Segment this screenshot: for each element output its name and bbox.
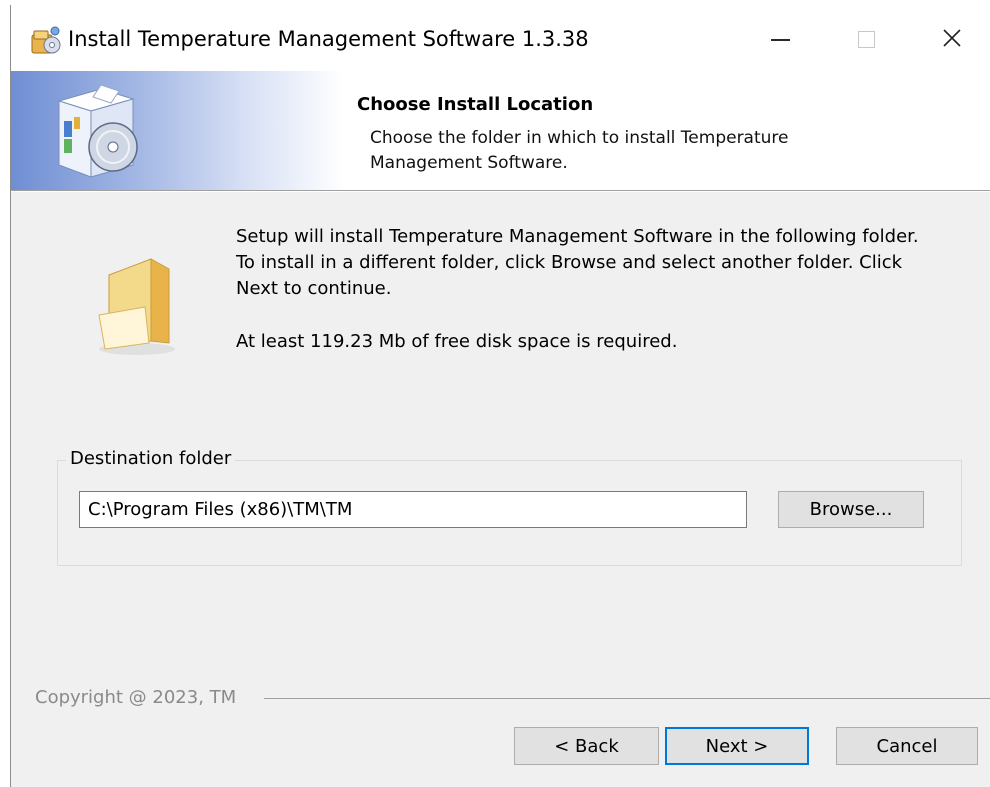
page-title: Choose Install Location: [357, 94, 594, 115]
destination-folder-label: Destination folder: [66, 448, 236, 469]
installer-window: Install Temperature Management Software …: [10, 5, 990, 787]
minimize-button[interactable]: [749, 5, 811, 71]
destination-path-input[interactable]: [79, 491, 747, 528]
software-box-icon: [57, 84, 138, 178]
installer-app-icon: [31, 26, 61, 54]
cancel-button[interactable]: Cancel: [836, 727, 978, 765]
next-button[interactable]: Next >: [665, 727, 809, 765]
destination-folder-group: Destination folder Browse...: [57, 448, 962, 566]
maximize-button[interactable]: [835, 5, 897, 71]
install-instructions: Setup will install Temperature Managemen…: [236, 226, 919, 299]
back-button[interactable]: < Back: [514, 727, 659, 765]
title-bar[interactable]: Install Temperature Management Software …: [11, 5, 990, 71]
copyright-text: Copyright @ 2023, TM: [35, 687, 243, 708]
close-icon: [943, 29, 961, 47]
minimize-icon: [770, 39, 790, 41]
folder-icon: [98, 258, 175, 355]
header-banner: Choose Install Location Choose the folde…: [11, 71, 990, 190]
disk-space-required: At least 119.23 Mb of free disk space is…: [236, 331, 678, 352]
window-title: Install Temperature Management Software …: [68, 27, 589, 51]
close-button[interactable]: [921, 5, 983, 71]
browse-button[interactable]: Browse...: [778, 491, 924, 528]
header-divider-highlight: [11, 191, 990, 192]
page-subtitle: Choose the folder in which to install Te…: [370, 128, 789, 173]
maximize-icon: [857, 30, 875, 48]
footer-divider: [264, 698, 990, 699]
